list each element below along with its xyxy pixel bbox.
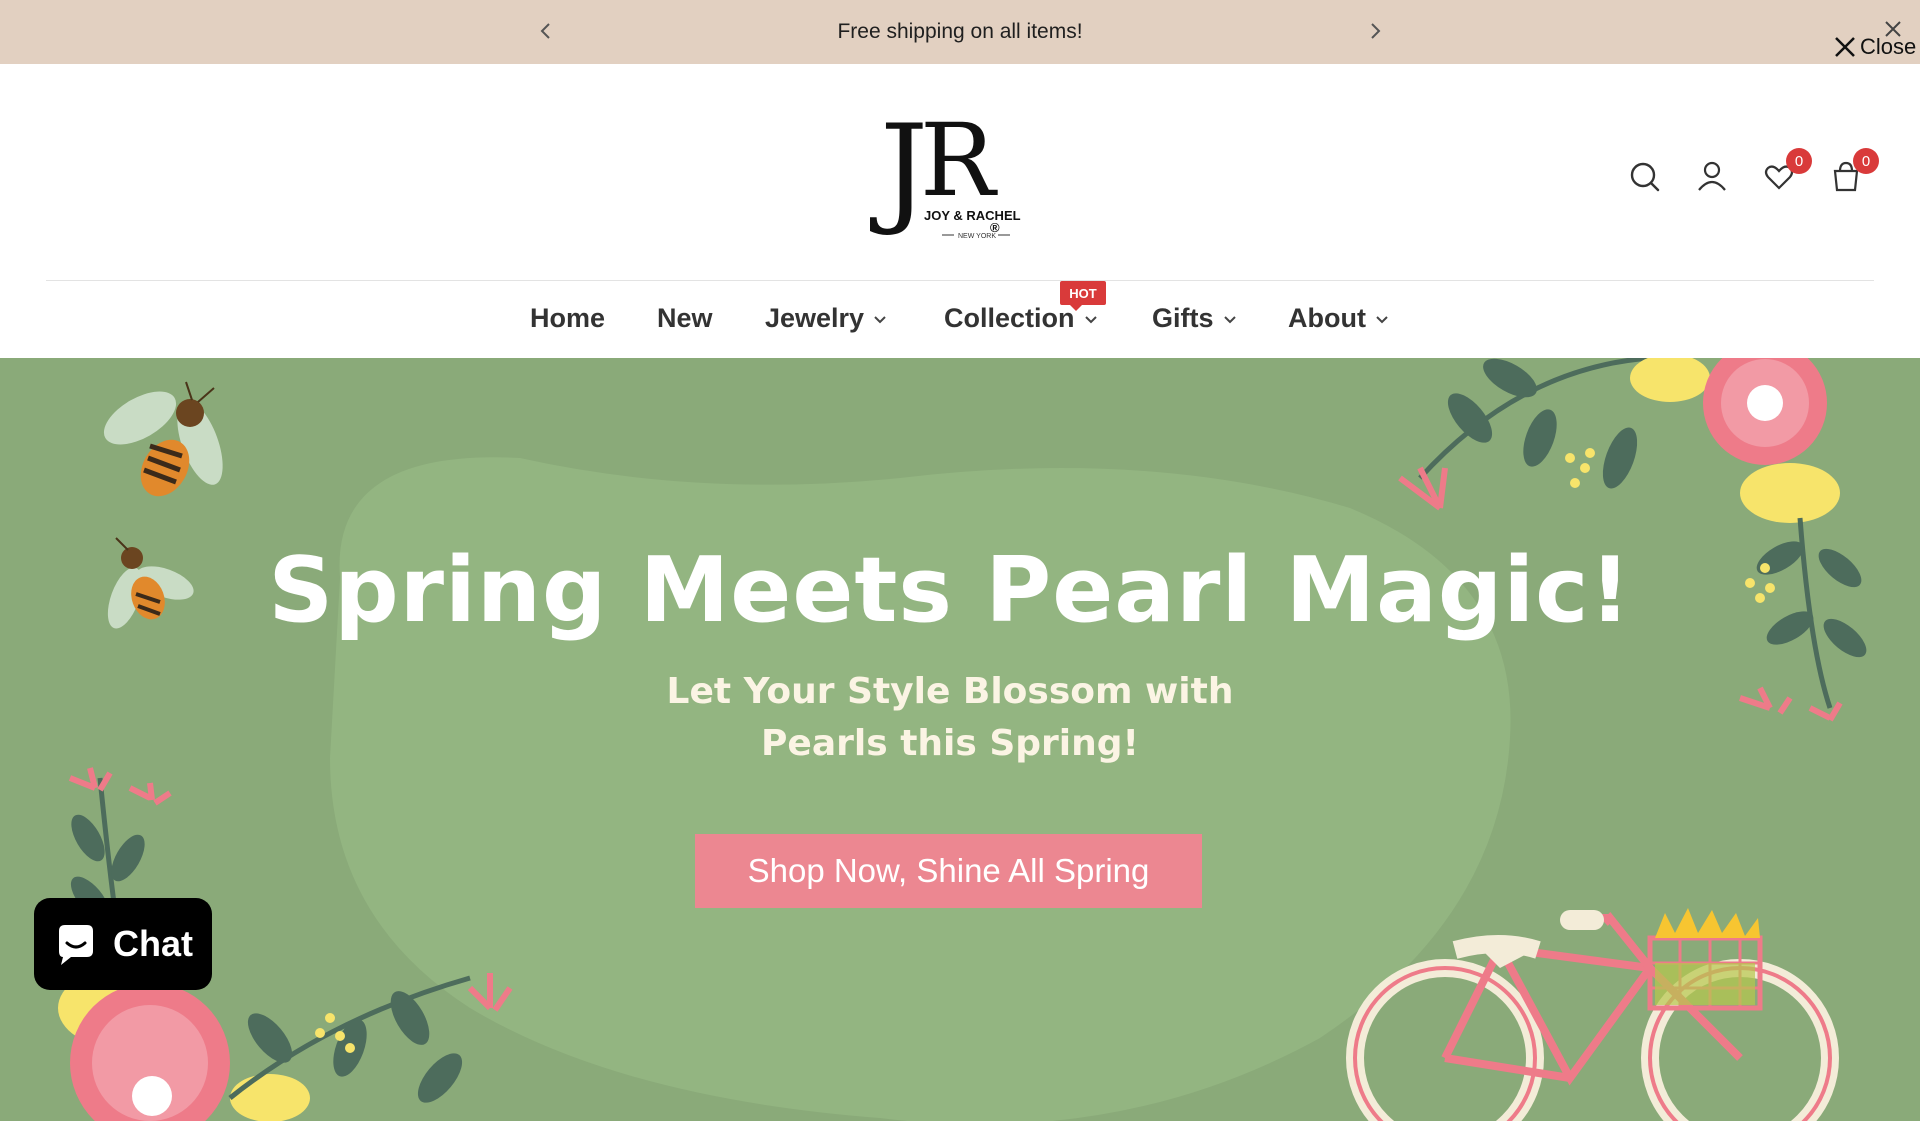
close-button[interactable]: Close: [1832, 32, 1916, 62]
site-header: J R ® JOY & RACHEL NEW YORK 0 0: [0, 64, 1920, 281]
chevron-down-icon: [874, 315, 886, 323]
nav-jewelry-label: Jewelry: [765, 303, 865, 333]
chevron-down-icon: [1223, 315, 1236, 323]
chevron-down-icon: [1084, 315, 1097, 323]
header-icons: 0 0: [1610, 148, 1890, 204]
wishlist-button[interactable]: 0: [1756, 148, 1812, 200]
hero-subtitle: Let Your Style Blossom with Pearls this …: [0, 666, 1900, 770]
nav-collection-label: Collection: [944, 303, 1075, 333]
announcement-next-button[interactable]: [1360, 16, 1390, 46]
svg-text:R: R: [920, 102, 998, 219]
nav-gifts[interactable]: Gifts: [1152, 303, 1238, 334]
cart-count-badge: 0: [1853, 148, 1879, 174]
nav-home[interactable]: Home: [530, 303, 605, 334]
hot-badge: HOT: [1060, 281, 1106, 311]
nav-about[interactable]: About: [1288, 303, 1390, 334]
chevron-down-icon: [1376, 315, 1388, 323]
bee-icon: [103, 381, 223, 497]
chat-label: Chat: [113, 923, 193, 964]
main-nav: Home New Jewelry Collection HOT Gifts Ab…: [0, 281, 1920, 358]
announcement-bar: Free shipping on all items!: [0, 0, 1920, 64]
user-icon: [1698, 161, 1726, 191]
hero-subtitle-line1: Let Your Style Blossom with: [666, 671, 1234, 712]
search-icon: [1630, 162, 1660, 192]
close-label: Close: [1860, 34, 1917, 59]
search-button[interactable]: [1622, 154, 1668, 200]
close-icon: [1835, 37, 1855, 57]
nav-home-label: Home: [530, 303, 606, 333]
nav-about-label: About: [1288, 303, 1366, 333]
nav-gifts-label: Gifts: [1152, 303, 1214, 333]
chevron-right-icon: [1371, 23, 1381, 39]
chat-widget-button[interactable]: Chat: [34, 898, 212, 990]
nav-new[interactable]: New: [657, 303, 713, 334]
svg-text:NEW YORK: NEW YORK: [958, 233, 996, 240]
hero-subtitle-line2: Pearls this Spring!: [761, 723, 1139, 764]
svg-text:JOY & RACHEL: JOY & RACHEL: [924, 208, 1021, 223]
hero-title: Spring Meets Pearl Magic!: [268, 538, 1632, 643]
shop-now-button[interactable]: Shop Now, Shine All Spring: [695, 834, 1202, 908]
hero-banner[interactable]: Spring Meets Pearl Magic! Let Your Style…: [0, 358, 1920, 1121]
chat-bubble-icon: [59, 925, 93, 965]
brand-logo[interactable]: J R ® JOY & RACHEL NEW YORK: [869, 100, 1050, 250]
cart-button[interactable]: 0: [1823, 148, 1879, 200]
account-button[interactable]: [1689, 154, 1735, 200]
wishlist-count-badge: 0: [1786, 148, 1812, 174]
announcement-message: Free shipping on all items!: [837, 20, 1083, 43]
nav-jewelry[interactable]: Jewelry: [765, 303, 888, 334]
nav-new-label: New: [657, 303, 713, 333]
